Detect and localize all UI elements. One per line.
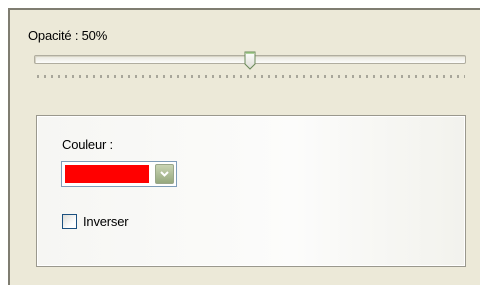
- opacity-slider-thumb[interactable]: [243, 51, 257, 71]
- opacity-label: Opacité : 50%: [28, 28, 108, 43]
- color-swatch[interactable]: [65, 165, 149, 183]
- color-dropdown-button[interactable]: [155, 164, 174, 184]
- chevron-down-icon: [160, 171, 169, 177]
- opacity-slider-ticks: [37, 75, 465, 78]
- invert-label[interactable]: Inverser: [83, 214, 129, 229]
- color-label: Couleur :: [62, 137, 113, 152]
- color-picker[interactable]: [61, 161, 177, 187]
- invert-option[interactable]: Inverser: [62, 214, 129, 229]
- invert-checkbox[interactable]: [62, 214, 77, 229]
